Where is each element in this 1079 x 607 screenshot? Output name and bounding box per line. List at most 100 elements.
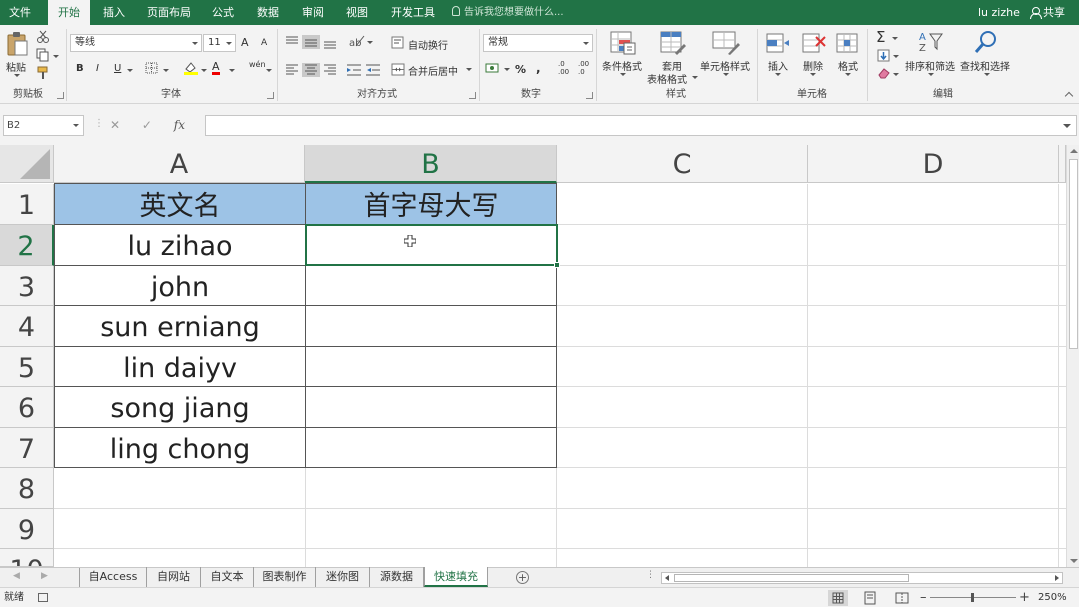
italic-button[interactable]: I bbox=[96, 63, 99, 74]
format-cells-button[interactable]: 格式 bbox=[838, 58, 858, 73]
vertical-scroll-thumb[interactable] bbox=[1069, 159, 1078, 349]
paste-dropdown-icon[interactable] bbox=[14, 74, 20, 77]
cell-b7[interactable] bbox=[306, 428, 557, 468]
font-size-select[interactable]: 11 bbox=[203, 34, 236, 52]
horizontal-align-icons[interactable] bbox=[284, 63, 344, 77]
cell-b1[interactable]: 首字母大写 bbox=[306, 183, 557, 225]
vertical-align-icons[interactable] bbox=[284, 35, 344, 49]
border-dropdown-icon[interactable] bbox=[163, 69, 169, 72]
expand-formula-icon[interactable] bbox=[1063, 124, 1071, 128]
tab-split-icon[interactable]: ⋮ bbox=[646, 570, 655, 580]
zoom-slider-thumb[interactable] bbox=[971, 593, 974, 602]
normal-view-button[interactable] bbox=[828, 590, 848, 606]
zoom-out-icon[interactable]: – bbox=[920, 588, 927, 607]
format-cells-icon[interactable] bbox=[836, 31, 860, 55]
scroll-right-icon[interactable] bbox=[1055, 575, 1059, 581]
row-header-10[interactable]: 10 bbox=[0, 549, 54, 567]
column-header-d[interactable]: D bbox=[808, 145, 1059, 183]
sheet-tab-sparkline[interactable]: 迷你图 bbox=[316, 567, 370, 587]
copy-icon[interactable] bbox=[36, 48, 50, 62]
enter-icon[interactable]: ✓ bbox=[142, 118, 152, 132]
sort-filter-icon[interactable]: AZ bbox=[918, 30, 944, 54]
format-cells-dropdown-icon[interactable] bbox=[845, 73, 851, 76]
select-all-corner[interactable] bbox=[0, 145, 54, 183]
row-header-2[interactable]: 2 bbox=[0, 225, 54, 266]
alignment-launcher-icon[interactable] bbox=[469, 92, 476, 99]
vertical-scrollbar[interactable] bbox=[1066, 145, 1079, 567]
prev-sheet-icon[interactable]: ◀ bbox=[13, 571, 20, 581]
bold-button[interactable]: B bbox=[76, 63, 84, 74]
cell-b5[interactable] bbox=[306, 347, 557, 387]
sheet-tab-source[interactable]: 源数据 bbox=[370, 567, 424, 587]
clear-dropdown-icon[interactable] bbox=[893, 73, 899, 76]
insert-cells-button[interactable]: 插入 bbox=[768, 58, 788, 73]
autosum-dropdown-icon[interactable] bbox=[892, 37, 898, 40]
column-header-c[interactable]: C bbox=[557, 145, 808, 183]
row-header-8[interactable]: 8 bbox=[0, 468, 54, 509]
format-table-dropdown-icon[interactable] bbox=[692, 76, 698, 79]
fill-color-dropdown-icon[interactable] bbox=[201, 69, 207, 72]
fill-dropdown-icon[interactable] bbox=[893, 55, 899, 58]
scroll-down-icon[interactable] bbox=[1070, 559, 1078, 563]
paste-icon[interactable] bbox=[5, 31, 29, 57]
tab-developer[interactable]: 开发工具 bbox=[385, 0, 441, 25]
increase-decimal-button[interactable]: .0 .00 bbox=[558, 60, 574, 76]
accounting-dropdown-icon[interactable] bbox=[504, 68, 510, 71]
border-icon[interactable] bbox=[145, 62, 159, 74]
find-select-button[interactable]: 查找和选择 bbox=[960, 58, 1010, 73]
column-header-e[interactable] bbox=[1059, 145, 1066, 183]
conditional-formatting-button[interactable]: 条件格式 bbox=[602, 58, 642, 73]
orientation-icon[interactable]: ab bbox=[348, 34, 366, 48]
find-select-dropdown-icon[interactable] bbox=[984, 73, 990, 76]
next-sheet-icon[interactable]: ▶ bbox=[41, 571, 48, 581]
sort-filter-dropdown-icon[interactable] bbox=[928, 73, 934, 76]
sort-filter-button[interactable]: 排序和筛选 bbox=[905, 58, 955, 73]
orientation-dropdown-icon[interactable] bbox=[367, 41, 373, 44]
zoom-level[interactable]: 250% bbox=[1038, 588, 1067, 607]
row-header-4[interactable]: 4 bbox=[0, 306, 54, 347]
conditional-formatting-icon[interactable] bbox=[610, 31, 636, 55]
format-painter-icon[interactable] bbox=[36, 66, 50, 80]
paste-label[interactable]: 粘贴 bbox=[6, 59, 26, 74]
cell-b6[interactable] bbox=[306, 387, 557, 428]
sheet-tab-access[interactable]: 自Access bbox=[80, 567, 147, 587]
row-header-9[interactable]: 9 bbox=[0, 509, 54, 549]
phonetic-dropdown-icon[interactable] bbox=[266, 69, 272, 72]
cell-b4[interactable] bbox=[306, 306, 557, 347]
cell-a1[interactable]: 英文名 bbox=[54, 183, 306, 225]
share-button[interactable]: 共享 bbox=[1030, 0, 1065, 25]
font-color-icon[interactable]: A bbox=[212, 61, 220, 75]
indent-icons[interactable] bbox=[346, 63, 382, 77]
tab-data[interactable]: 数据 bbox=[250, 0, 286, 25]
row-header-1[interactable]: 1 bbox=[0, 184, 54, 225]
add-sheet-icon[interactable]: + bbox=[516, 571, 529, 584]
percent-style-button[interactable]: % bbox=[515, 63, 526, 76]
collapse-ribbon-icon[interactable] bbox=[1064, 91, 1074, 101]
cell-a3[interactable]: john bbox=[54, 266, 306, 306]
phonetic-guide-icon[interactable]: wén bbox=[249, 60, 266, 69]
sheet-tab-text[interactable]: 自文本 bbox=[201, 567, 254, 587]
underline-dropdown-icon[interactable] bbox=[127, 69, 133, 72]
page-layout-view-button[interactable] bbox=[860, 590, 880, 606]
macro-record-icon[interactable] bbox=[38, 593, 48, 602]
number-launcher-icon[interactable] bbox=[586, 92, 593, 99]
cell-styles-button[interactable]: 单元格样式 bbox=[700, 58, 750, 73]
tab-file[interactable]: 文件 bbox=[0, 0, 40, 25]
delete-cells-button[interactable]: 删除 bbox=[803, 58, 823, 73]
accounting-format-icon[interactable] bbox=[485, 62, 501, 75]
wrap-text-button[interactable]: 自动换行 bbox=[408, 37, 448, 52]
autosum-icon[interactable]: Σ bbox=[876, 28, 885, 46]
zoom-in-icon[interactable]: + bbox=[1019, 588, 1030, 607]
sheet-tab-chart[interactable]: 图表制作 bbox=[254, 567, 316, 587]
conditional-dropdown-icon[interactable] bbox=[620, 73, 626, 76]
page-break-view-button[interactable] bbox=[892, 590, 912, 606]
fill-icon[interactable] bbox=[877, 49, 891, 63]
format-as-table-line2[interactable]: 表格格式 bbox=[647, 71, 687, 86]
tab-page-layout[interactable]: 页面布局 bbox=[140, 0, 198, 25]
row-header-5[interactable]: 5 bbox=[0, 347, 54, 387]
comma-style-button[interactable]: , bbox=[536, 61, 541, 75]
sheet-tab-web[interactable]: 自网站 bbox=[147, 567, 201, 587]
font-launcher-icon[interactable] bbox=[267, 92, 274, 99]
sheet-tab-flash-fill[interactable]: 快速填充 bbox=[424, 567, 488, 587]
font-name-select[interactable]: 等线 bbox=[70, 34, 202, 52]
